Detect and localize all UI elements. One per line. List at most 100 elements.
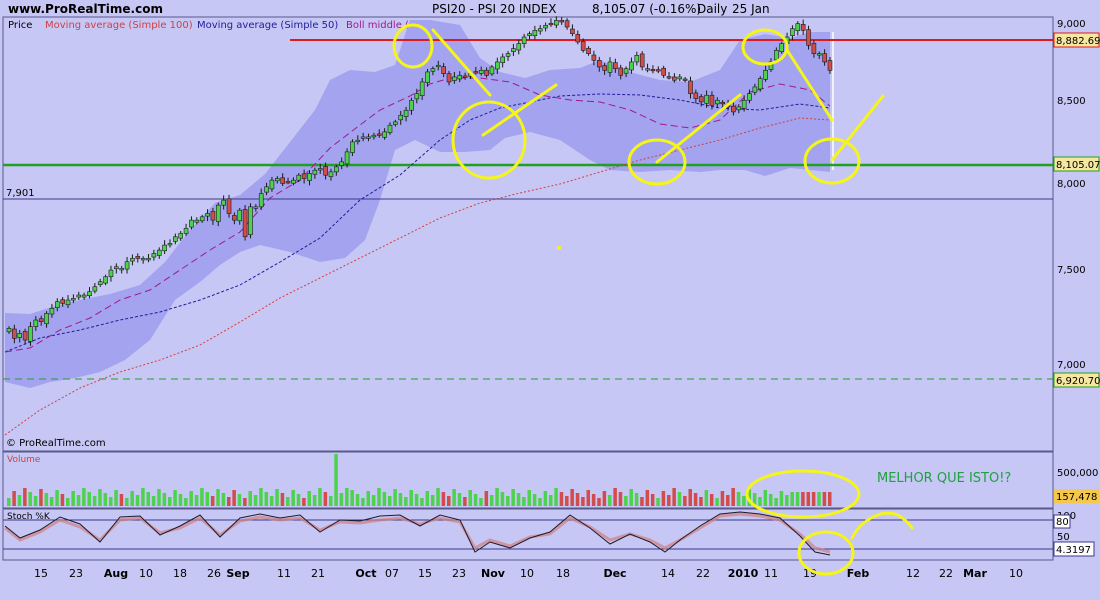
candle-down xyxy=(586,47,591,54)
x-tick-label: 22 xyxy=(696,567,710,580)
x-tick-label: 23 xyxy=(69,567,83,580)
volume-bar xyxy=(253,495,258,506)
candle-down xyxy=(596,59,602,68)
x-tick-label: 10 xyxy=(1009,567,1023,580)
candle-up xyxy=(752,86,758,93)
candle-up xyxy=(366,136,371,139)
x-tick-label: 26 xyxy=(207,567,221,580)
candle-up xyxy=(114,266,119,270)
volume-bar xyxy=(720,491,725,506)
candle-up xyxy=(715,99,720,105)
volume-bar xyxy=(114,490,118,506)
candle-up xyxy=(151,253,157,258)
volume-bar xyxy=(414,494,419,506)
volume-bar xyxy=(463,497,467,506)
candle-down xyxy=(570,28,575,34)
candle-down xyxy=(22,331,28,341)
volume-bar xyxy=(565,496,569,506)
candle-up xyxy=(237,209,243,222)
volume-bar xyxy=(296,494,301,506)
candle-up xyxy=(173,236,178,242)
candle-up xyxy=(607,61,613,73)
candle-down xyxy=(639,53,645,68)
candle-up xyxy=(398,114,404,121)
volume-bar xyxy=(511,489,515,506)
candle-up xyxy=(419,81,425,96)
candle-up xyxy=(156,249,162,256)
candle-down xyxy=(441,66,446,74)
volume-bar xyxy=(103,493,108,506)
volume-bar xyxy=(693,493,698,506)
y-tick-8500: 8,500 xyxy=(1057,96,1086,107)
stoch-tick-80: 80 xyxy=(1056,517,1069,528)
volume-bar xyxy=(543,491,548,506)
volume-bar xyxy=(607,495,612,506)
candle-down xyxy=(682,78,688,81)
volume-bar xyxy=(436,488,440,506)
volume-bar xyxy=(683,496,687,506)
volume-bar xyxy=(447,496,451,506)
volume-bar xyxy=(645,490,650,506)
volume-bar xyxy=(779,491,784,506)
candle-up xyxy=(54,301,60,308)
volume-bar xyxy=(597,498,601,506)
x-tick-label: 18 xyxy=(173,567,187,580)
volume-bar xyxy=(334,454,338,506)
volume-bar xyxy=(425,491,430,506)
volume-value: 157,478 xyxy=(1056,492,1097,503)
candle-up xyxy=(146,258,151,261)
volume-bar xyxy=(704,490,709,506)
volume-bar xyxy=(758,497,762,506)
volume-bar xyxy=(618,492,623,506)
candle-up xyxy=(221,199,226,206)
candle-up xyxy=(677,76,683,80)
volume-bar xyxy=(677,492,682,506)
site-label[interactable]: www.ProRealTime.com xyxy=(8,2,163,16)
candle-up xyxy=(554,20,559,26)
x-tick-label: 2010 xyxy=(728,567,759,580)
volume-bar xyxy=(527,490,532,506)
candle-down xyxy=(446,73,452,83)
candle-up xyxy=(757,78,763,90)
candle-down xyxy=(285,181,291,184)
candle-up xyxy=(403,109,409,117)
volume-bar xyxy=(559,492,564,506)
volume-bar xyxy=(361,498,365,506)
support-value: 6,920.70 xyxy=(1056,376,1100,387)
candle-down xyxy=(800,24,806,31)
candle-down xyxy=(591,54,597,61)
x-tick-label: Dec xyxy=(603,567,626,580)
candle-up xyxy=(275,178,280,182)
candle-down xyxy=(822,53,827,63)
volume-bar xyxy=(699,497,703,506)
candle-up xyxy=(430,68,436,72)
candle-up xyxy=(795,23,801,32)
volume-bar xyxy=(339,493,344,506)
candle-up xyxy=(17,333,23,338)
x-tick-label: 11 xyxy=(764,567,778,580)
x-tick-label: 07 xyxy=(385,567,399,580)
volume-bar xyxy=(726,495,730,506)
chart-title: PSI20 - PSI 20 INDEX xyxy=(432,2,556,16)
volume-bar xyxy=(650,494,655,506)
volume-bar xyxy=(345,488,349,506)
candle-down xyxy=(618,67,624,76)
stoch-tick-50: 50 xyxy=(1057,532,1070,543)
volume-bar xyxy=(768,494,773,506)
candle-up xyxy=(505,53,511,57)
volume-bar xyxy=(243,498,247,506)
candle-up xyxy=(97,281,103,285)
volume-bar xyxy=(141,488,145,506)
candle-up xyxy=(527,33,532,36)
candle-up xyxy=(790,28,795,36)
volume-bar xyxy=(66,498,70,506)
candle-up xyxy=(167,243,173,246)
candle-up xyxy=(435,64,441,68)
volume-bar xyxy=(291,490,295,506)
volume-bar xyxy=(205,492,210,506)
candle-up xyxy=(736,106,742,111)
legend-ma50: Moving average (Simple 50) xyxy=(197,20,338,31)
volume-bar xyxy=(398,493,403,506)
candle-up xyxy=(6,328,12,333)
candle-up xyxy=(511,48,516,52)
